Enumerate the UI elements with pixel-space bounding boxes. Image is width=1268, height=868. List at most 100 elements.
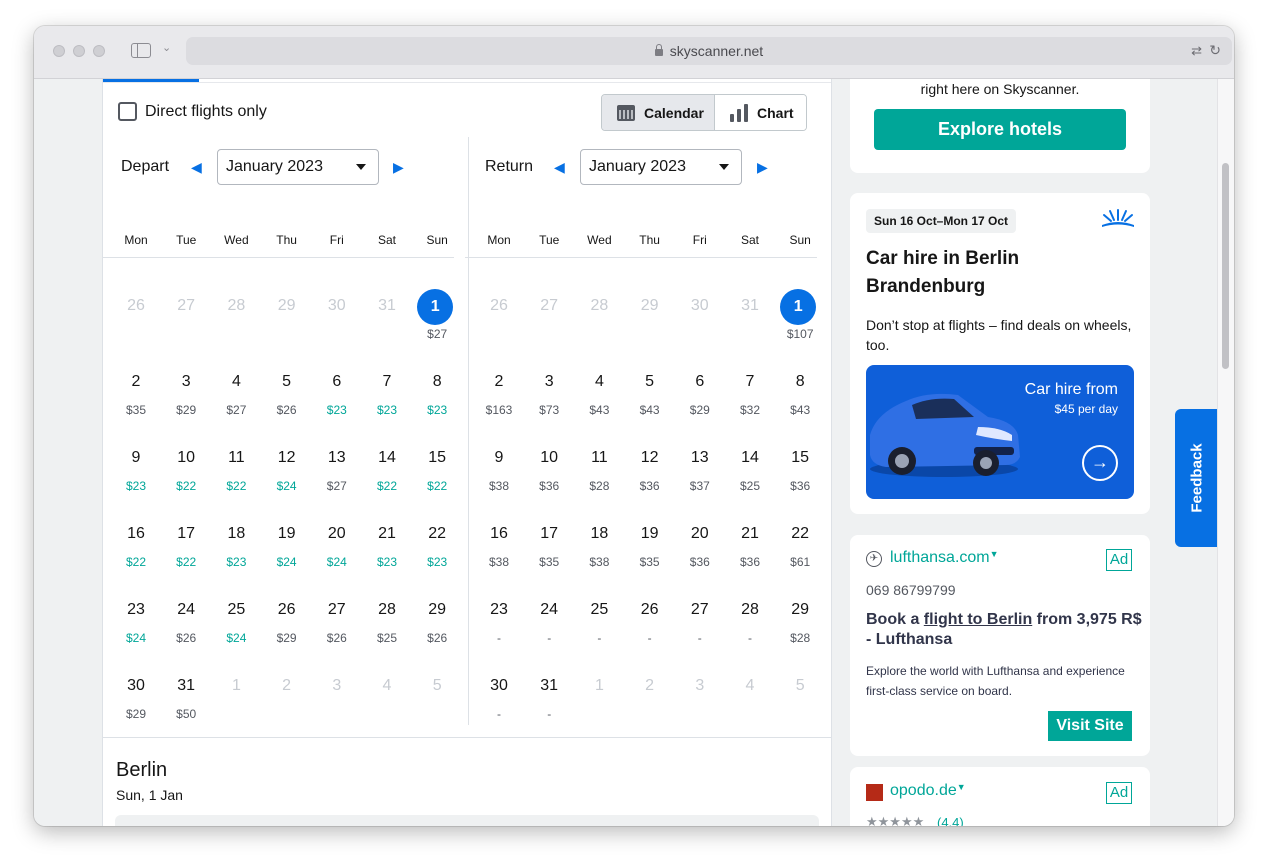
calendar-day[interactable]: 15 $36	[778, 441, 822, 501]
return-prev-month-icon[interactable]: ◀	[554, 159, 565, 176]
chart-view-button[interactable]: Chart	[715, 95, 806, 130]
calendar-day[interactable]: 18 $23	[214, 517, 258, 577]
zoom-window-button[interactable]	[93, 45, 105, 57]
calendar-day[interactable]: 5 $26	[265, 365, 309, 425]
ad-site-link[interactable]: opodo.de▼	[890, 782, 966, 800]
calendar-day[interactable]: 2 $163	[477, 365, 521, 425]
calendar-day[interactable]: 3 $73	[527, 365, 571, 425]
calendar-day[interactable]: 25 $24	[214, 593, 258, 653]
reload-icon[interactable]: ↻	[1209, 42, 1221, 59]
calendar-day[interactable]: 20 $24	[315, 517, 359, 577]
calendar-day[interactable]: 29 $26	[415, 593, 459, 653]
calendar-day[interactable]: 5 $43	[628, 365, 672, 425]
calendar-day[interactable]: 13 $37	[678, 441, 722, 501]
calendar-day[interactable]: 27 $26	[315, 593, 359, 653]
day-number: 25	[227, 601, 246, 618]
day-number: 9	[131, 449, 141, 466]
calendar-day[interactable]: 20 $36	[678, 517, 722, 577]
ad-headline-link[interactable]: flight to Berlin	[924, 611, 1032, 628]
ad-site-link[interactable]: lufthansa.com▼	[890, 549, 999, 567]
calendar-day[interactable]: 31 $50	[164, 669, 208, 729]
calendar-day[interactable]: 25 -	[577, 593, 621, 653]
direct-flights-label[interactable]: Direct flights only	[145, 103, 267, 121]
calendar-day[interactable]: 9 $23	[114, 441, 158, 501]
calendar-day[interactable]: 14 $25	[728, 441, 772, 501]
calendar-day[interactable]: 17 $35	[527, 517, 571, 577]
calendar-day[interactable]: 23 $24	[114, 593, 158, 653]
calendar-day[interactable]: 13 $27	[315, 441, 359, 501]
calendar-day[interactable]: 19 $24	[265, 517, 309, 577]
calendar-day[interactable]: 9 $38	[477, 441, 521, 501]
calendar-day[interactable]: 6 $23	[315, 365, 359, 425]
calendar-day[interactable]: 6 $29	[678, 365, 722, 425]
calendar-day[interactable]: 17 $22	[164, 517, 208, 577]
calendar-day[interactable]: 31 -	[527, 669, 571, 729]
lufthansa-ad-card[interactable]: ✈ lufthansa.com▼ Ad 069 86799799 Book a …	[850, 535, 1150, 756]
chevron-down-icon[interactable]: ⌄	[162, 41, 171, 54]
calendar-day[interactable]: 10 $22	[164, 441, 208, 501]
calendar-day[interactable]: 24 $26	[164, 593, 208, 653]
calendar-day[interactable]: 8 $23	[415, 365, 459, 425]
calendar-day[interactable]: 26 $29	[265, 593, 309, 653]
calendar-day[interactable]: 7 $32	[728, 365, 772, 425]
calendar-day[interactable]: 28 $25	[365, 593, 409, 653]
feedback-tab[interactable]: Feedback	[1175, 409, 1219, 547]
opodo-ad-card[interactable]: opodo.de▼ Ad ★★★★★ (4.4)	[850, 767, 1150, 826]
visit-site-button[interactable]: Visit Site	[1048, 711, 1132, 741]
ad-phone[interactable]: 069 86799799	[866, 582, 956, 598]
direct-flights-checkbox[interactable]	[118, 102, 137, 121]
calendar-day[interactable]: 30 -	[477, 669, 521, 729]
calendar-day[interactable]: 10 $36	[527, 441, 571, 501]
translate-icon[interactable]: ⇄	[1191, 43, 1202, 59]
car-hire-card[interactable]: Sun 16 Oct–Mon 17 Oct Car hire in Berlin…	[850, 193, 1150, 514]
calendar-day[interactable]: 11 $28	[577, 441, 621, 501]
calendar-day[interactable]: 22 $61	[778, 517, 822, 577]
calendar-day[interactable]: 2 $35	[114, 365, 158, 425]
calendar-day[interactable]: 16 $38	[477, 517, 521, 577]
day-price: -	[497, 631, 501, 645]
day-number: 7	[745, 373, 755, 390]
calendar-day[interactable]: 28 -	[728, 593, 772, 653]
calendar-day[interactable]: 8 $43	[778, 365, 822, 425]
calendar-day[interactable]: 15 $22	[415, 441, 459, 501]
calendar-day: 1	[214, 669, 258, 729]
calendar-day[interactable]: 4 $43	[577, 365, 621, 425]
calendar-day[interactable]: 22 $23	[415, 517, 459, 577]
ad-headline[interactable]: Book a flight to Berlin from 3,975 R$ - …	[866, 610, 1146, 650]
calendar-day[interactable]: 24 -	[527, 593, 571, 653]
calendar-day[interactable]: 23 -	[477, 593, 521, 653]
depart-month-select[interactable]: January 2023	[217, 149, 379, 185]
depart-prev-month-icon[interactable]: ◀	[191, 159, 202, 176]
calendar-day[interactable]: 12 $24	[265, 441, 309, 501]
calendar-day[interactable]: 21 $36	[728, 517, 772, 577]
calendar-day[interactable]: 12 $36	[628, 441, 672, 501]
calendar-day[interactable]: 30 $29	[114, 669, 158, 729]
calendar-day[interactable]: 1 $107	[778, 289, 822, 349]
sidebar-toggle-icon[interactable]	[131, 43, 151, 58]
page-scrollbar[interactable]	[1217, 79, 1234, 826]
return-next-month-icon[interactable]: ▶	[757, 159, 768, 176]
calendar-day[interactable]: 27 -	[678, 593, 722, 653]
depart-next-month-icon[interactable]: ▶	[393, 159, 404, 176]
arrow-right-icon[interactable]: →	[1082, 445, 1118, 481]
car-hire-banner[interactable]: Car hire from $45 per day →	[866, 365, 1134, 499]
minimize-window-button[interactable]	[73, 45, 85, 57]
close-window-button[interactable]	[53, 45, 65, 57]
calendar-day[interactable]: 14 $22	[365, 441, 409, 501]
calendar-day[interactable]: 19 $35	[628, 517, 672, 577]
calendar-day[interactable]: 7 $23	[365, 365, 409, 425]
calendar-day[interactable]: 1 $27	[415, 289, 459, 349]
calendar-day[interactable]: 21 $23	[365, 517, 409, 577]
calendar-day[interactable]: 29 $28	[778, 593, 822, 653]
address-bar[interactable]: skyscanner.net ⇄ ↻	[186, 37, 1232, 65]
calendar-day[interactable]: 16 $22	[114, 517, 158, 577]
calendar-day[interactable]: 3 $29	[164, 365, 208, 425]
calendar-day[interactable]: 11 $22	[214, 441, 258, 501]
scrollbar-thumb[interactable]	[1222, 163, 1229, 369]
calendar-view-button[interactable]: Calendar	[602, 95, 715, 130]
explore-hotels-button[interactable]: Explore hotels	[874, 109, 1126, 150]
calendar-day[interactable]: 26 -	[628, 593, 672, 653]
calendar-day[interactable]: 4 $27	[214, 365, 258, 425]
calendar-day[interactable]: 18 $38	[577, 517, 621, 577]
return-month-select[interactable]: January 2023	[580, 149, 742, 185]
